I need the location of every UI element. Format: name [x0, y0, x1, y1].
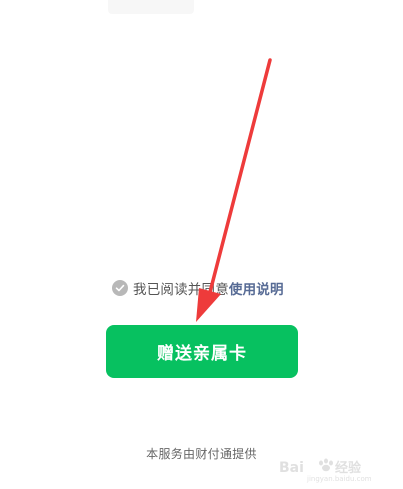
agreement-text: 我已阅读并同意: [133, 282, 229, 298]
agreement-row: 我已阅读并同意 使用说明: [112, 278, 284, 298]
svg-text:Bai: Bai: [279, 460, 304, 476]
svg-text:经验: 经验: [335, 460, 362, 476]
top-residual-bar: [108, 0, 194, 14]
svg-text:jingyan.baidu.com: jingyan.baidu.com: [306, 475, 372, 483]
usage-instructions-link[interactable]: 使用说明: [229, 278, 284, 298]
checkmark-icon[interactable]: [112, 280, 128, 296]
baidu-jingyan-watermark: Bai 经验 jingyan.baidu.com: [279, 458, 372, 483]
gift-card-page: 我已阅读并同意 使用说明 赠送亲属卡 本服务由财付通提供 Bai 经验 jing…: [0, 0, 403, 489]
send-family-card-button[interactable]: 赠送亲属卡: [106, 325, 298, 378]
annotation-arrow: [196, 58, 272, 322]
